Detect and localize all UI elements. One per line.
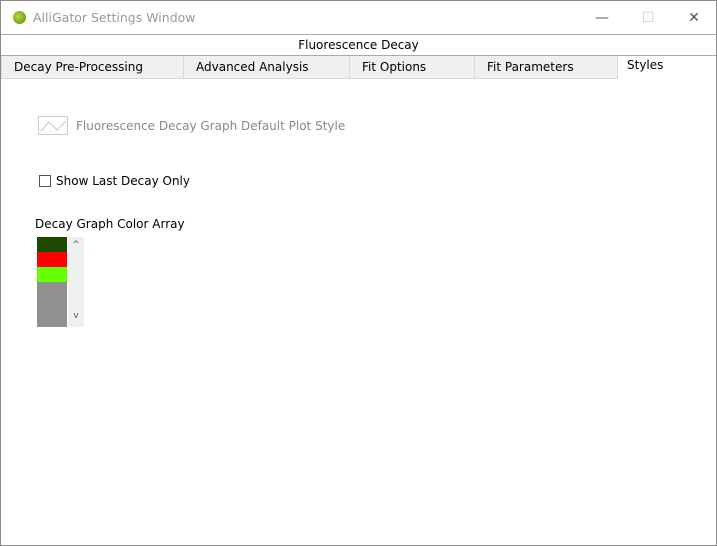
plot-style-control[interactable]: Fluorescence Decay Graph Default Plot St… [38, 116, 345, 135]
close-button[interactable]: ✕ [671, 1, 717, 34]
tab-styles[interactable]: Styles [618, 56, 716, 79]
color-swatch[interactable] [37, 282, 67, 327]
minimize-button[interactable]: — [579, 1, 625, 34]
show-last-decay-checkbox[interactable]: Show Last Decay Only [39, 174, 190, 188]
plot-style-label: Fluorescence Decay Graph Default Plot St… [76, 118, 346, 133]
tab-bar: Decay Pre-Processing Advanced Analysis F… [1, 56, 716, 79]
settings-window: AlliGator Settings Window — ☐ ✕ Fluoresc… [0, 0, 717, 546]
scroll-up-icon[interactable]: ^ [68, 240, 84, 250]
tab-decay-pre-processing[interactable]: Decay Pre-Processing [1, 56, 185, 79]
app-icon [13, 11, 26, 24]
maximize-button[interactable]: ☐ [625, 1, 671, 34]
section-header: Fluorescence Decay [1, 34, 716, 56]
window-title: AlliGator Settings Window [33, 10, 196, 25]
tab-fit-options[interactable]: Fit Options [349, 56, 476, 79]
tab-advanced-analysis[interactable]: Advanced Analysis [183, 56, 350, 79]
color-array-label: Decay Graph Color Array [35, 217, 185, 231]
color-swatch[interactable] [37, 267, 67, 282]
color-array [37, 237, 67, 327]
color-swatch[interactable] [37, 252, 67, 267]
color-swatch[interactable] [37, 237, 67, 252]
color-array-scrollbar[interactable]: ^ v [68, 237, 84, 327]
show-last-decay-label: Show Last Decay Only [56, 174, 190, 188]
scroll-down-icon[interactable]: v [68, 311, 84, 321]
plot-style-icon[interactable] [38, 116, 68, 135]
title-bar: AlliGator Settings Window — ☐ ✕ [1, 1, 716, 34]
tab-fit-parameters[interactable]: Fit Parameters [474, 56, 618, 79]
checkbox-box[interactable] [39, 175, 51, 187]
